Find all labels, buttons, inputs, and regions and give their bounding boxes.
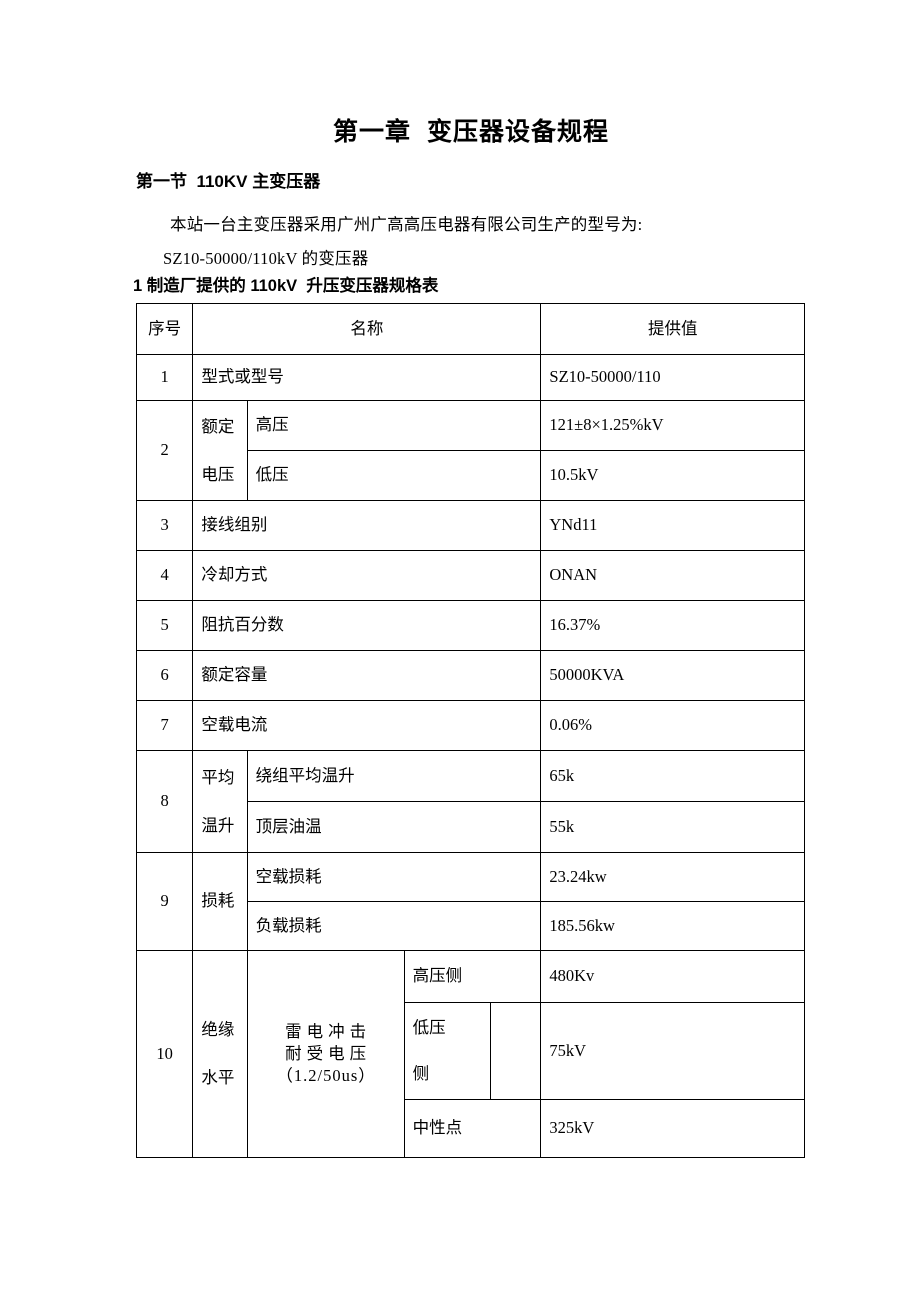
subrow-value: 121±8×1.25%kV: [540, 400, 805, 451]
subrow-label: 顶层油温: [246, 801, 542, 853]
header-cell-index: 序号: [135, 303, 194, 355]
impulse-line-1: 雷电冲击: [285, 1021, 372, 1041]
table-row: 2 额定 电压 高压 121±8×1.25%kV: [135, 400, 805, 501]
row-index: 7: [135, 700, 194, 751]
row-index: 8: [135, 750, 194, 853]
row-index: 9: [135, 852, 194, 951]
table-row: 1 型式或型号 SZ10-50000/110: [135, 354, 805, 401]
row-name: 空载电流: [192, 700, 542, 751]
subrow-label: 空载损耗: [246, 852, 542, 902]
group-label-line-2: 电压: [201, 464, 235, 484]
row-value: 16.37%: [540, 600, 805, 651]
subrow-value: 480Kv: [540, 950, 805, 1003]
subrow-label-line-1: 低压: [412, 1018, 446, 1037]
row-value: SZ10-50000/110: [540, 354, 805, 401]
row-group-label: 平均 温升: [192, 750, 248, 853]
subrow-label: 高压: [246, 400, 542, 451]
document-page: 第一章 变压器设备规程 第一节 110KV 主变压器 本站一台主变压器采用广州广…: [0, 0, 920, 1302]
subrow-label: 绕组平均温升: [246, 750, 542, 802]
row-value: 50000KVA: [540, 650, 805, 701]
subrow-label: 低压: [246, 450, 542, 501]
row-name: 接线组别: [192, 500, 542, 551]
row-index: 6: [135, 650, 194, 701]
row-name: 型式或型号: [192, 354, 542, 401]
body-paragraph-line-2: SZ10-50000/110kV 的变压器: [163, 249, 369, 268]
subrow-value: 75kV: [540, 1002, 805, 1100]
table-row: 6 额定容量 50000KVA: [135, 650, 805, 701]
subrow-value: 185.56kw: [540, 901, 805, 951]
table-row: 7 空载电流 0.06%: [135, 700, 805, 751]
row-index: 2: [135, 400, 194, 501]
table-row: 8 平均 温升 绕组平均温升 65k: [135, 750, 805, 853]
subrow-label: 中性点: [403, 1099, 542, 1158]
subrow-label-line-2: 侧: [412, 1064, 430, 1083]
header-cell-name: 名称: [192, 303, 542, 355]
row-value: YNd11: [540, 500, 805, 551]
impulse-voltage-label: 雷电冲击 耐受电压 （1.2/50us）: [246, 950, 405, 1158]
subrow-value: 325kV: [540, 1099, 805, 1158]
group-label-line-1: 平均: [201, 767, 235, 787]
subrow-label: 高压侧: [403, 950, 542, 1003]
group-label-line-1: 绝缘: [201, 1020, 235, 1039]
table-caption: 1 制造厂提供的 110kV 升压变压器规格表: [133, 277, 439, 295]
row-name: 冷却方式: [192, 550, 542, 601]
row-index: 4: [135, 550, 194, 601]
subrow-extra-cell: [490, 1002, 542, 1100]
impulse-line-2: 耐受电压: [285, 1043, 372, 1063]
row-group-label: 损耗: [192, 852, 248, 951]
row-value: ONAN: [540, 550, 805, 601]
table-header-row: 序号 名称 提供值: [135, 303, 805, 355]
body-paragraph-line-1: 本站一台主变压器采用广州广高高压电器有限公司生产的型号为:: [170, 215, 643, 234]
group-label-line-1: 额定: [201, 416, 235, 436]
table-row: 4 冷却方式 ONAN: [135, 550, 805, 601]
subrow-label: 负载损耗: [246, 901, 542, 951]
table-row: 3 接线组别 YNd11: [135, 500, 805, 551]
row-value: 0.06%: [540, 700, 805, 751]
subrow-value: 23.24kw: [540, 852, 805, 902]
section-heading: 第一节 110KV 主变压器: [136, 172, 321, 191]
row-name: 阻抗百分数: [192, 600, 542, 651]
row-group-label: 绝缘 水平: [192, 950, 248, 1158]
row-index: 1: [135, 354, 194, 401]
page-title: 第一章 变压器设备规程: [333, 118, 609, 146]
subrow-value: 10.5kV: [540, 450, 805, 501]
subrow-value: 65k: [540, 750, 805, 802]
table-row: 10 绝缘 水平 雷电冲击 耐受电压 （1.2/50us） 高压侧 480Kv: [135, 950, 805, 1158]
row-index: 5: [135, 600, 194, 651]
row-index: 10: [135, 950, 194, 1158]
table-row: 5 阻抗百分数 16.37%: [135, 600, 805, 651]
header-cell-value: 提供值: [540, 303, 805, 355]
subrow-value: 55k: [540, 801, 805, 853]
table-row: 9 损耗 空载损耗 23.24kw: [135, 852, 805, 951]
transformer-spec-table: 序号 名称 提供值 1 型式或型号 SZ10-50000/110 2 额定 电压…: [135, 303, 805, 1158]
impulse-line-3: （1.2/50us）: [276, 1066, 376, 1086]
group-label-line-2: 温升: [201, 815, 235, 835]
row-index: 3: [135, 500, 194, 551]
row-name: 额定容量: [192, 650, 542, 701]
row-group-label: 额定 电压: [192, 400, 248, 501]
subrow-label: 低压 侧: [403, 1002, 492, 1100]
group-label-line-2: 水平: [201, 1068, 235, 1087]
